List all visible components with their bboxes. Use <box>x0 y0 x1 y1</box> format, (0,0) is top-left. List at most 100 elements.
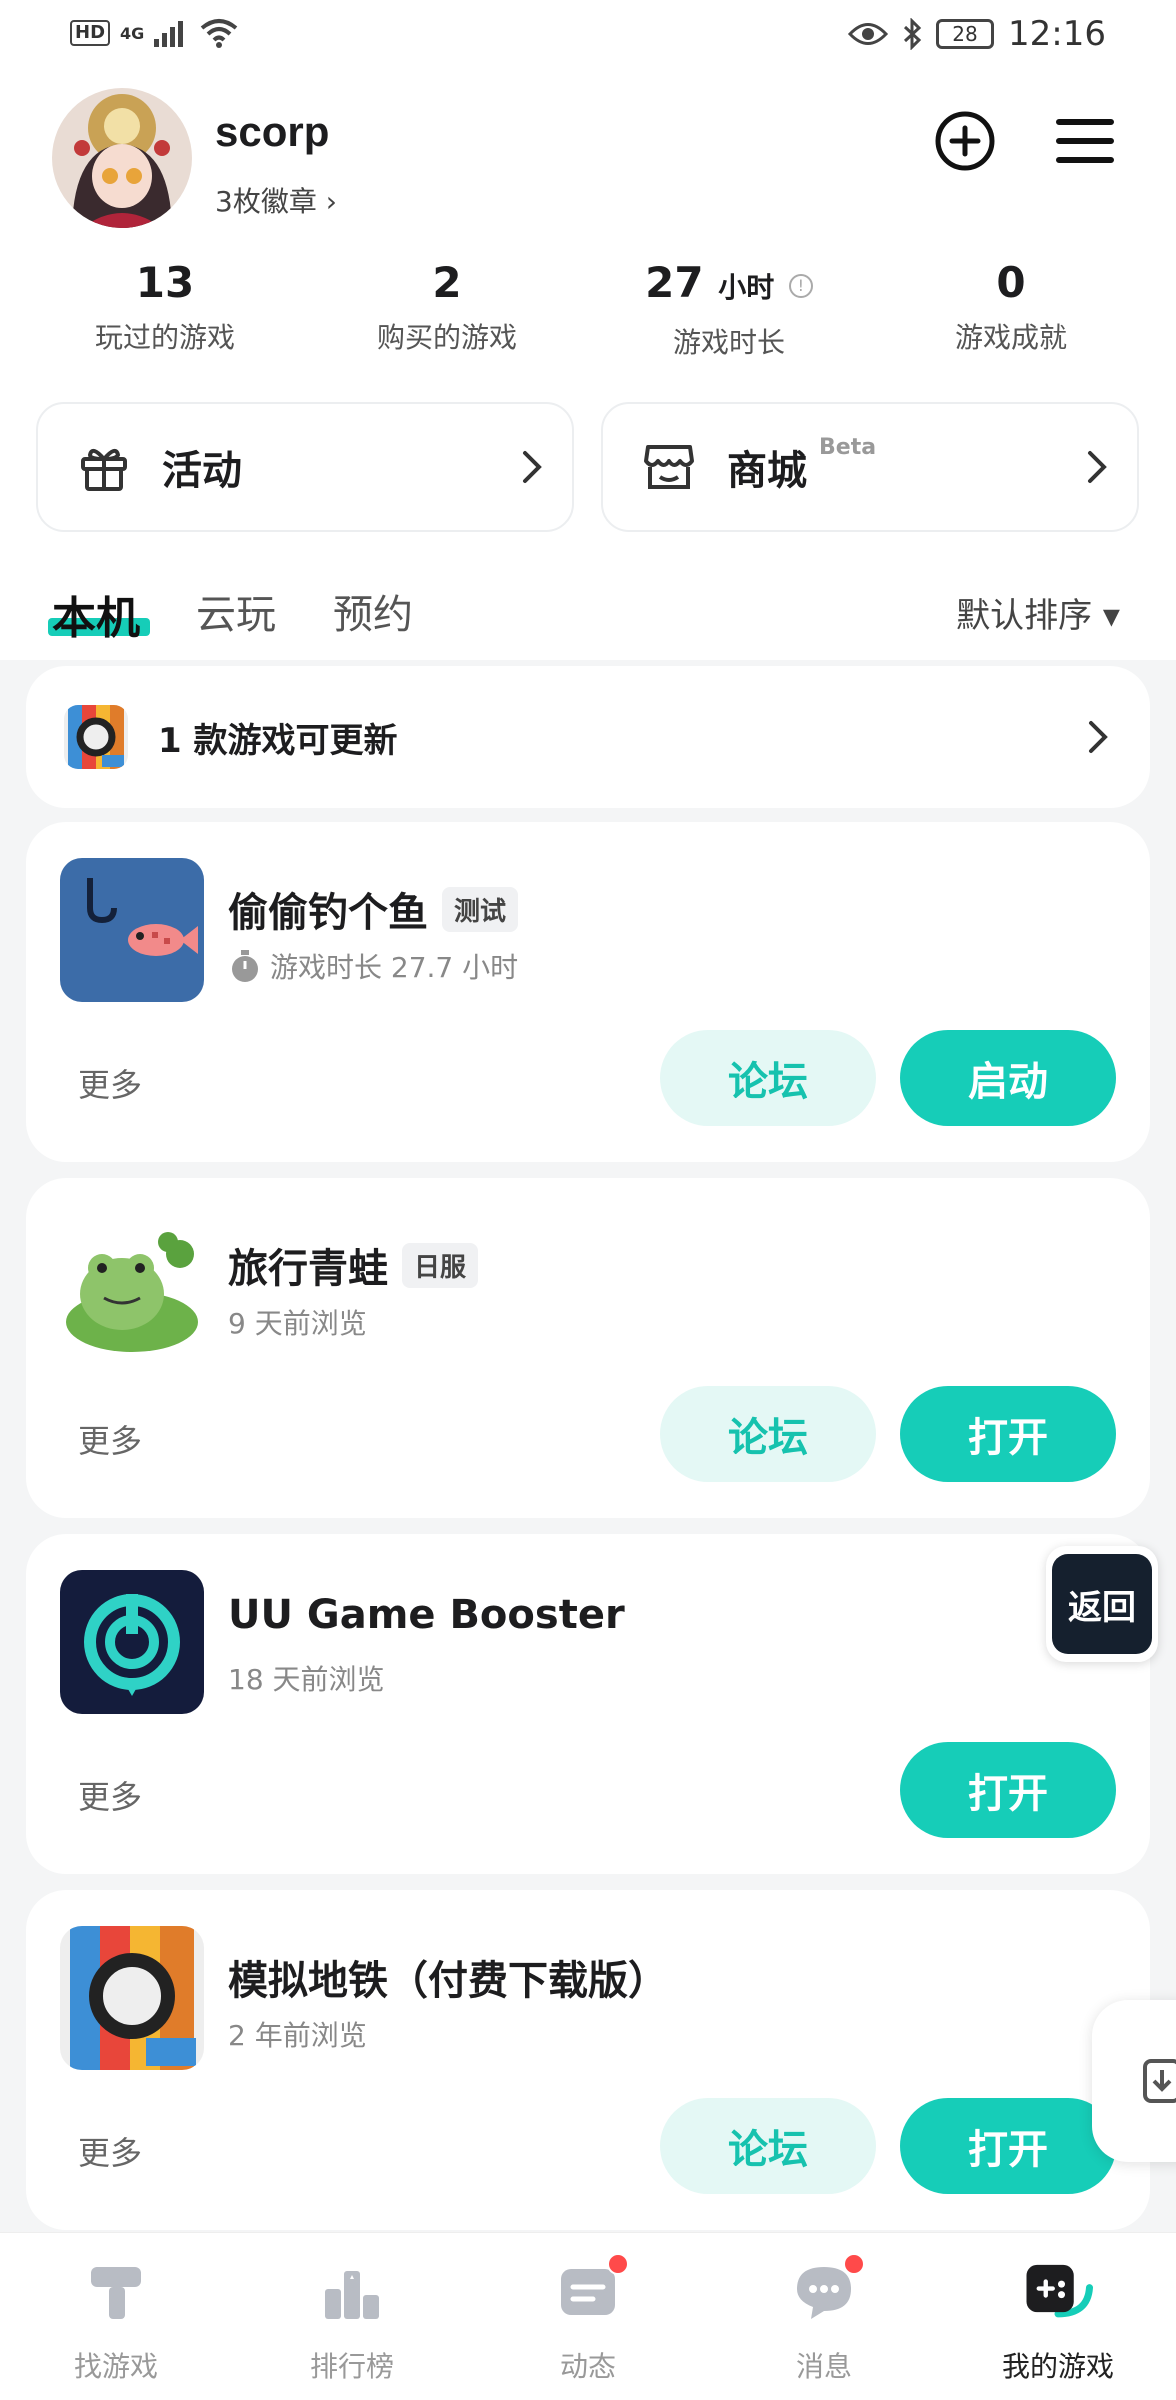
chevron-right-icon <box>1088 451 1107 483</box>
store-label: 商城 <box>727 448 807 494</box>
stat-unit: 小时 <box>718 271 775 304</box>
hamburger-icon <box>1056 119 1114 163</box>
game-title: 旅行青蛙 <box>228 1246 388 1292</box>
more-link[interactable]: 更多 <box>78 2128 142 2174</box>
open-button[interactable]: 打开 <box>900 1386 1116 1482</box>
nav-label: 动态 <box>559 2350 616 2383</box>
chat-bubble-icon <box>789 2253 865 2327</box>
tab-cloud[interactable]: 云玩 <box>196 582 276 640</box>
status-left: HD 4G <box>70 18 238 48</box>
tab-reserve[interactable]: 预约 <box>333 582 413 640</box>
notification-dot <box>843 2253 865 2275</box>
forum-button[interactable]: 论坛 <box>660 1030 876 1126</box>
stat-value: 27 <box>645 258 704 307</box>
nav-label: 我的游戏 <box>1001 2350 1114 2383</box>
game-subtitle-row: 9 天前浏览 <box>228 1302 367 1342</box>
stat-value: 0 <box>996 258 1026 307</box>
nav-messages[interactable]: 消息 <box>734 2253 914 2385</box>
download-icon <box>1143 2059 1176 2103</box>
stat-label: 游戏成就 <box>954 321 1067 354</box>
back-label: 返回 <box>1052 1554 1152 1654</box>
more-link[interactable]: 更多 <box>78 1772 142 1818</box>
game-title: 偷偷钓个鱼 <box>228 890 428 936</box>
fishing-game-icon <box>60 858 204 1002</box>
nav-find-games[interactable]: 找游戏 <box>26 2257 206 2385</box>
sort-dropdown[interactable]: 默认排序 ▾ <box>956 588 1120 637</box>
open-button[interactable]: 打开 <box>900 1742 1116 1838</box>
forum-button[interactable]: 论坛 <box>660 2098 876 2194</box>
store-card[interactable]: 商城 Beta <box>601 402 1139 532</box>
nav-my-games[interactable]: 我的游戏 <box>968 2257 1148 2385</box>
gift-icon <box>76 439 132 495</box>
forum-button[interactable]: 论坛 <box>660 1386 876 1482</box>
game-last-viewed: 9 天前浏览 <box>228 1307 367 1340</box>
nav-feed[interactable]: 动态 <box>498 2253 678 2385</box>
frog-game-icon <box>60 1214 204 1358</box>
game-card[interactable]: UU Game Booster 18 天前浏览 更多 打开 <box>26 1534 1150 1874</box>
stat-value: 2 <box>432 258 462 307</box>
game-tag: 测试 <box>442 886 519 932</box>
stat-value: 13 <box>135 258 195 307</box>
stat-achievements[interactable]: 0 游戏成就 <box>896 258 1126 356</box>
game-card[interactable]: 旅行青蛙 日服 9 天前浏览 更多 论坛 打开 <box>26 1178 1150 1518</box>
status-bar: HD 4G 28 12:16 <box>0 0 1176 70</box>
eye-icon <box>848 23 889 45</box>
game-title: UU Game Booster <box>228 1592 625 1638</box>
game-playtime: 游戏时长 27.7 小时 <box>270 951 519 984</box>
bottom-navigation: 找游戏 排行榜 动态 消息 我的游戏 <box>0 2232 1176 2400</box>
avatar[interactable] <box>52 88 192 228</box>
username[interactable]: scorp <box>215 108 329 156</box>
metro-game-icon <box>64 705 128 769</box>
stat-purchased[interactable]: 2 购买的游戏 <box>332 258 562 356</box>
more-link[interactable]: 更多 <box>78 1416 142 1462</box>
game-title: 模拟地铁（付费下载版） <box>228 1958 668 2004</box>
game-subtitle-row: 游戏时长 27.7 小时 <box>228 946 518 986</box>
store-icon <box>641 439 697 495</box>
hd-indicator: HD <box>70 20 111 46</box>
game-subtitle-row: 18 天前浏览 <box>228 1658 385 1698</box>
badge-count-link[interactable]: 3枚徽章 › <box>215 180 337 220</box>
bluetooth-icon <box>903 18 922 50</box>
battery-indicator: 28 <box>936 19 995 49</box>
beta-badge: Beta <box>819 434 877 460</box>
stat-played[interactable]: 13 玩过的游戏 <box>50 258 280 356</box>
game-card[interactable]: 模拟地铁（付费下载版） 2 年前浏览 更多 论坛 打开 <box>26 1890 1150 2230</box>
feed-icon <box>553 2253 629 2327</box>
game-tag: 日服 <box>402 1242 479 1288</box>
stat-label: 购买的游戏 <box>376 321 517 354</box>
stat-label: 玩过的游戏 <box>94 321 235 354</box>
add-button[interactable] <box>930 106 1000 176</box>
uu-booster-icon <box>60 1570 204 1714</box>
floating-back-button[interactable]: 返回 <box>1046 1546 1158 1662</box>
floating-download-button[interactable] <box>1092 2000 1176 2162</box>
game-title-row: 旅行青蛙 日服 <box>228 1236 479 1294</box>
game-title-row: 模拟地铁（付费下载版） <box>228 1948 668 2006</box>
activity-label: 活动 <box>162 448 242 494</box>
game-last-viewed: 2 年前浏览 <box>228 2019 367 2052</box>
more-link[interactable]: 更多 <box>78 1060 142 1106</box>
game-card[interactable]: 偷偷钓个鱼 测试 游戏时长 27.7 小时 更多 论坛 启动 <box>26 822 1150 1162</box>
update-banner[interactable]: 1 款游戏可更新 <box>26 666 1150 808</box>
stat-playtime[interactable]: 27 小时 ! 游戏时长 <box>614 258 844 361</box>
signal-icon <box>154 21 184 47</box>
game-last-viewed: 18 天前浏览 <box>228 1663 385 1696</box>
metro-game-icon <box>60 1926 204 2070</box>
menu-button[interactable] <box>1050 106 1120 176</box>
nav-rankings[interactable]: 排行榜 <box>262 2257 442 2385</box>
stat-label: 游戏时长 <box>672 326 785 359</box>
gamepad-icon <box>1023 2257 1093 2327</box>
plus-circle-icon <box>935 111 995 171</box>
activity-card[interactable]: 活动 <box>36 402 574 532</box>
nav-label: 排行榜 <box>309 2350 394 2383</box>
open-button[interactable]: 打开 <box>900 2098 1116 2194</box>
tab-local[interactable]: 本机 <box>52 582 140 646</box>
launch-button[interactable]: 启动 <box>900 1030 1116 1126</box>
update-text: 1 款游戏可更新 <box>158 720 398 761</box>
game-title-row: UU Game Booster <box>228 1592 625 1638</box>
wifi-icon <box>201 19 238 48</box>
chevron-right-icon <box>523 451 542 483</box>
clock: 12:16 <box>1008 14 1106 54</box>
info-icon[interactable]: ! <box>788 273 813 298</box>
network-type: 4G <box>120 23 145 43</box>
game-title-row: 偷偷钓个鱼 测试 <box>228 880 519 938</box>
